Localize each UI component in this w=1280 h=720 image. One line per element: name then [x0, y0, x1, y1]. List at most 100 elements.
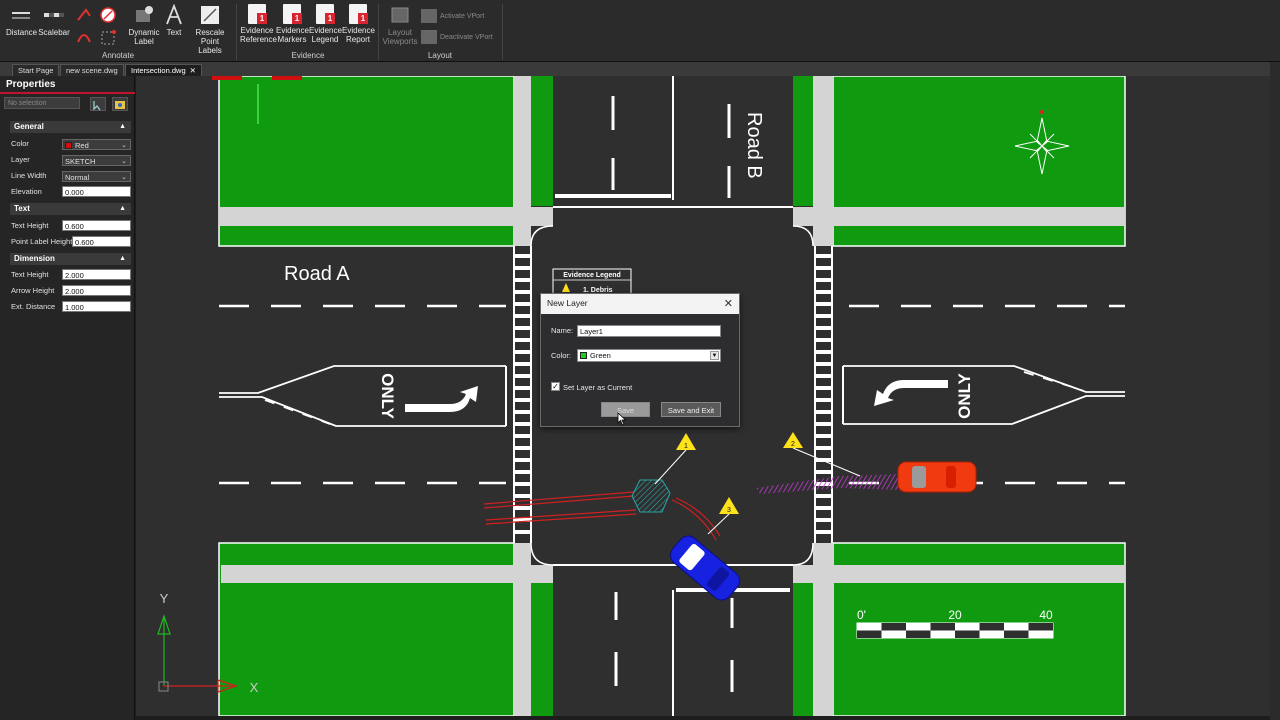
dynamic-label-icon — [136, 6, 153, 22]
crosswalk-stripe — [815, 470, 832, 474]
grass-strip-bottom-left — [531, 583, 553, 716]
evidence-legend-icon: 1 — [316, 4, 335, 24]
evidence-group-label: Evidence — [291, 51, 325, 60]
deactivate-vport-icon — [421, 30, 437, 44]
color-select[interactable]: Green ▼ — [577, 349, 721, 362]
crosswalk-stripe — [815, 266, 832, 270]
ext-distance-input[interactable]: 1.000 — [62, 301, 131, 312]
crosswalk-stripe — [815, 374, 832, 378]
dialog-title: New Layer — [547, 298, 588, 308]
text-height-input[interactable]: 0.600 — [62, 220, 131, 231]
distance-icon — [12, 12, 30, 19]
annotate-group-label: Annotate — [101, 51, 135, 60]
crosswalk-stripe — [514, 350, 531, 354]
point-label-height-label: Point Label Height — [11, 237, 73, 246]
elevation-input[interactable]: 0.000 — [62, 186, 131, 197]
color-dropdown[interactable]: Red ⌄ — [62, 139, 131, 150]
rescale-label-line1: Rescale — [195, 28, 225, 37]
dynamic-label-line2: Label — [134, 37, 154, 46]
crosswalk-stripe — [815, 494, 832, 498]
grass-strip-top-right — [793, 76, 813, 206]
layer-dropdown[interactable]: SKETCH ⌄ — [62, 155, 131, 166]
vertical-scrollbar[interactable] — [1270, 62, 1280, 720]
layout-viewports-button[interactable]: Layout Viewports — [382, 4, 418, 46]
close-icon[interactable]: ✕ — [724, 297, 733, 310]
crosswalk-stripe — [514, 506, 531, 510]
activate-vport-button[interactable]: Activate VPort — [421, 9, 484, 23]
stop-bar-north — [555, 194, 671, 198]
dialog-titlebar[interactable]: New Layer ✕ — [541, 294, 739, 314]
text-label: Text — [166, 28, 182, 37]
rescale-point-labels-button[interactable]: Rescale Point Labels — [188, 4, 232, 55]
tab-new-scene[interactable]: new scene.dwg — [60, 64, 124, 76]
point-label-height-input[interactable]: 0.600 — [72, 236, 131, 247]
evidence-legend-button[interactable]: 1 Evidence Legend — [309, 4, 342, 44]
evidence-legend-title: Evidence Legend — [563, 272, 621, 279]
crosswalk-stripe — [514, 446, 531, 450]
crosswalk-stripe — [815, 290, 832, 294]
sidewalk-vertical-tl — [514, 76, 531, 246]
curve-tool-icon — [77, 34, 91, 43]
crosswalk-stripe — [514, 410, 531, 414]
evidence-markers-icon: 1 — [283, 4, 302, 24]
color-swatch — [65, 142, 72, 149]
save-and-exit-button[interactable]: Save and Exit — [661, 402, 721, 417]
evidence-report-button[interactable]: 1 Evidence Report — [342, 4, 375, 44]
crosswalk-stripe — [514, 326, 531, 330]
arrow-tool-icon — [77, 8, 91, 21]
close-tab-icon[interactable]: ✕ — [190, 66, 196, 75]
quick-select-icon[interactable] — [90, 97, 106, 111]
road-a-label: Road A — [284, 263, 350, 285]
dynamic-label-button[interactable]: Dynamic Label — [127, 4, 161, 46]
dim-text-height-input[interactable]: 2.000 — [62, 269, 131, 280]
crosswalk-stripe — [815, 350, 832, 354]
chevron-down-icon: ⌄ — [121, 174, 127, 181]
crosswalk-stripe — [514, 278, 531, 282]
tab-intersection[interactable]: Intersection.dwg ✕ — [125, 64, 202, 76]
general-section-header[interactable]: General ▲ — [10, 121, 131, 133]
scale-label-20: 20 — [948, 608, 962, 622]
evidence-report-icon: 1 — [349, 4, 368, 24]
layer-name-input[interactable]: Layer1 — [577, 325, 721, 337]
dim-text-height-label: Text Height — [11, 270, 49, 279]
dimension-section-header[interactable]: Dimension ▲ — [10, 253, 131, 265]
color-label: Color: — [551, 351, 572, 360]
elevation-label: Elevation — [11, 187, 42, 196]
evidence-reference-button[interactable]: 1 Evidence Reference — [240, 4, 277, 44]
text-section-header[interactable]: Text ▲ — [10, 203, 131, 215]
evidence-reference-icon: 1 — [248, 4, 267, 24]
set-current-checkbox[interactable]: ✓ — [551, 382, 560, 391]
crosswalk-stripe — [514, 386, 531, 390]
chevron-down-icon: ⌄ — [121, 158, 127, 165]
crosswalk-stripe — [514, 494, 531, 498]
box-tool-icon — [101, 30, 116, 45]
sidewalk-bottom-right — [793, 565, 1125, 583]
crosswalk-stripe — [514, 302, 531, 306]
collapse-icon: ▲ — [119, 205, 126, 212]
crosswalk-stripe — [815, 302, 832, 306]
crosswalk-stripe — [815, 326, 832, 330]
ext-distance-label: Ext. Distance — [11, 302, 56, 311]
tab-start-page[interactable]: Start Page — [12, 64, 60, 76]
crosswalk-stripe — [514, 290, 531, 294]
deactivate-vport-button[interactable]: Deactivate VPort — [421, 30, 493, 44]
scalebar-button[interactable]: Scalebar — [38, 4, 70, 37]
annotate-tools-icons[interactable] — [74, 6, 122, 48]
svg-text:3: 3 — [727, 507, 731, 514]
sidewalk-vertical-tr — [813, 76, 833, 246]
ribbon-separator — [502, 4, 503, 60]
text-height-label: Text Height — [11, 221, 49, 230]
crosswalk-stripe — [514, 338, 531, 342]
arrow-height-input[interactable]: 2.000 — [62, 285, 131, 296]
grass-strip-bottom-right — [793, 583, 813, 716]
road-b-label: Road B — [743, 112, 765, 179]
text-button[interactable]: Text — [163, 4, 185, 37]
selection-dropdown[interactable]: No selection — [4, 97, 80, 109]
distance-button[interactable]: Distance — [6, 4, 37, 37]
evidence-markers-button[interactable]: 1 Evidence Markers — [276, 4, 309, 44]
chevron-down-icon[interactable]: ▼ — [710, 351, 719, 360]
crosswalk-stripe — [514, 266, 531, 270]
line-width-dropdown[interactable]: Normal ⌄ — [62, 171, 131, 182]
scalebar-icon — [44, 13, 64, 17]
toggle-pickadd-icon[interactable] — [112, 97, 128, 111]
